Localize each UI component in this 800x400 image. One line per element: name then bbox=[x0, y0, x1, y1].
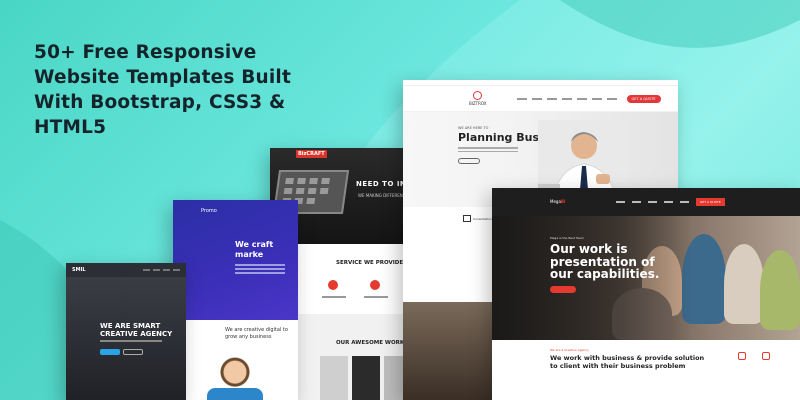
smart-hero: WE ARE SMART CREATIVE AGENCY bbox=[66, 277, 186, 400]
headline: 50+ Free Responsive Website Templates Bu… bbox=[34, 40, 334, 140]
consultation-label: Consultation bbox=[473, 217, 492, 221]
mega-about-title: We work with business & provide solution… bbox=[550, 354, 705, 370]
works-title: OUR AWESOME WORK bbox=[336, 340, 405, 346]
biztrox-logo-text: BIZTROX bbox=[469, 101, 487, 106]
service-label bbox=[322, 296, 346, 298]
smart-menu bbox=[143, 269, 180, 271]
mega-hero-kicker: Mega is the Best Team bbox=[550, 236, 584, 240]
headline-line-2: Website Templates Built bbox=[34, 67, 292, 88]
mega-hero-button[interactable] bbox=[550, 286, 576, 293]
person-figure bbox=[760, 250, 800, 330]
mega-nav: MegaBl GET A QUOTE bbox=[492, 188, 800, 216]
template-preview-smart[interactable]: WE ARE SMART CREATIVE AGENCY SMIL bbox=[66, 263, 186, 400]
biztrox-menu bbox=[516, 97, 617, 100]
headline-line-4: HTML5 bbox=[34, 117, 107, 138]
headline-line-3: With Bootstrap, CSS3 & bbox=[34, 92, 286, 113]
biztrox-more-button[interactable] bbox=[458, 158, 480, 164]
biztrox-hero-text bbox=[458, 147, 518, 154]
work-tile bbox=[352, 356, 380, 400]
smart-secondary-button[interactable] bbox=[123, 349, 143, 355]
bizcraft-logo: BizCRAFT bbox=[296, 150, 327, 158]
mega-logo-text: Mega bbox=[550, 199, 561, 204]
biztrox-hero-tag: WE ARE HERE TO bbox=[458, 126, 489, 130]
person-shirt bbox=[207, 388, 263, 400]
services-title: SERVICE WE PROVIDE bbox=[336, 260, 404, 266]
mega-hero-title: Our work is presentation of our capabili… bbox=[550, 242, 660, 281]
mega-about-label: We are a Creative Agency bbox=[550, 348, 589, 352]
promo-hero-text bbox=[235, 264, 285, 276]
promo-hero-title: We craft marke bbox=[235, 240, 274, 259]
promo-body-text: We are creative digital to grow any busi… bbox=[225, 327, 288, 340]
service-label bbox=[364, 296, 388, 298]
template-preview-mega[interactable]: MegaBl GET A QUOTE Mega is the Best Team… bbox=[492, 188, 800, 400]
mega-logo-accent: Bl bbox=[560, 199, 566, 204]
promo-hero: Promo We craft marke bbox=[173, 200, 298, 320]
smart-hero-subtitle bbox=[100, 340, 162, 342]
get-quote-button[interactable]: GET A QUOTE bbox=[626, 94, 661, 103]
monitor-icon bbox=[463, 215, 471, 222]
bizcraft-hero-title: NEED TO INV bbox=[356, 180, 410, 188]
team-photo bbox=[403, 302, 493, 400]
feature-icon bbox=[738, 352, 746, 360]
service-icon bbox=[328, 280, 338, 290]
mega-quote-button[interactable]: GET A QUOTE bbox=[696, 198, 725, 206]
smart-hero-title: WE ARE SMART CREATIVE AGENCY bbox=[100, 322, 173, 338]
biztrox-logo-icon bbox=[473, 91, 483, 100]
mega-about: We are a Creative Agency We work with bu… bbox=[492, 340, 800, 400]
headline-line-1: 50+ Free Responsive bbox=[34, 42, 257, 63]
template-preview-promo[interactable]: Promo We craft marke We are creative dig… bbox=[173, 200, 298, 400]
smart-nav: SMIL bbox=[66, 263, 186, 277]
smart-logo: SMIL bbox=[72, 267, 86, 273]
biztrox-logo: BIZTROX bbox=[469, 91, 487, 106]
biztrox-sidebar: Consultation bbox=[403, 207, 493, 400]
work-tile bbox=[320, 356, 348, 400]
feature-icon bbox=[762, 352, 770, 360]
bizcraft-hero-subtitle: WE MAKING DIFFEREN bbox=[358, 193, 403, 198]
mega-menu bbox=[616, 201, 705, 203]
smart-primary-button[interactable] bbox=[100, 349, 120, 355]
service-icon bbox=[370, 280, 380, 290]
biztrox-nav: BIZTROX GET A QUOTE bbox=[403, 86, 678, 112]
promo-logo: Promo bbox=[201, 208, 217, 214]
person-figure bbox=[724, 244, 764, 324]
mega-logo: MegaBl bbox=[550, 199, 565, 204]
